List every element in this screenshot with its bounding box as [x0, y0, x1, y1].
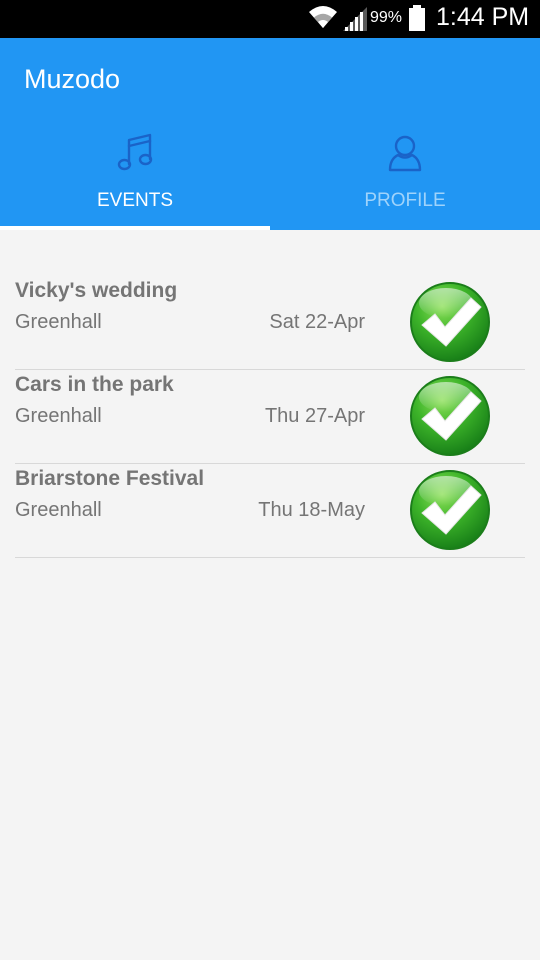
- battery-icon: [409, 5, 425, 31]
- status-bar: 99% 1:44 PM: [0, 0, 540, 38]
- music-note-icon: [117, 133, 153, 171]
- event-list: Vicky's wedding Greenhall Sat 22-Apr Car…: [15, 276, 525, 558]
- check-icon[interactable]: [409, 375, 491, 457]
- event-row[interactable]: Vicky's wedding Greenhall Sat 22-Apr: [15, 276, 525, 370]
- battery-percent: 99%: [370, 9, 403, 26]
- event-venue: Greenhall: [15, 405, 102, 427]
- check-icon[interactable]: [409, 281, 491, 363]
- event-row[interactable]: Cars in the park Greenhall Thu 27-Apr: [15, 370, 525, 464]
- tab-events-label: EVENTS: [96, 190, 174, 211]
- event-date: Sat 22-Apr: [269, 311, 365, 333]
- app-title: Muzodo: [24, 64, 121, 94]
- status-clock: 1:44 PM: [436, 3, 530, 31]
- check-icon[interactable]: [409, 469, 491, 551]
- event-venue: Greenhall: [15, 311, 102, 333]
- event-name: Briarstone Festival: [15, 467, 205, 490]
- event-name: Vicky's wedding: [15, 279, 178, 302]
- person-icon: [388, 135, 422, 172]
- wifi-icon: [309, 6, 337, 28]
- tab-selected-indicator: [0, 226, 270, 230]
- tab-events[interactable]: EVENTS: [0, 128, 270, 230]
- app-bar: Muzodo EVENTS PROFILE: [0, 38, 540, 230]
- event-date: Thu 18-May: [258, 499, 365, 521]
- signal-icon: [343, 7, 367, 31]
- event-date: Thu 27-Apr: [264, 405, 365, 427]
- event-row[interactable]: Briarstone Festival Greenhall Thu 18-May: [15, 464, 525, 558]
- event-name: Cars in the park: [15, 373, 174, 396]
- tab-profile[interactable]: PROFILE: [270, 128, 540, 230]
- event-venue: Greenhall: [15, 499, 102, 521]
- tab-profile-label: PROFILE: [364, 190, 446, 211]
